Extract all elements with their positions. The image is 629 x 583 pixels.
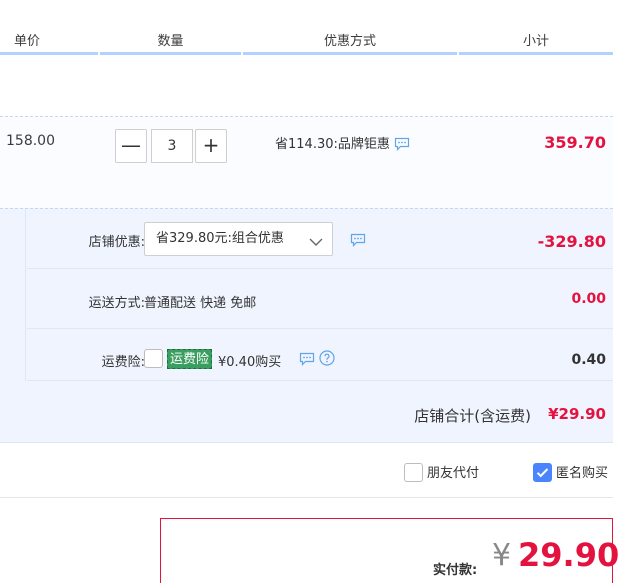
insurance-checkbox[interactable]: [144, 349, 163, 368]
item-unit-price: 158.00: [6, 133, 55, 149]
store-discount-select[interactable]: 省329.80元:组合优惠: [144, 222, 333, 256]
header-discount-method: 优惠方式: [243, 30, 457, 55]
insurance-row: 运费险: 运费险 ¥0.40购买 0.40: [27, 329, 613, 381]
store-discount-select-value: 省329.80元:组合优惠: [156, 231, 284, 246]
item-subtotal: 359.70: [544, 133, 606, 152]
store-left-bar: [0, 209, 26, 381]
quantity-input[interactable]: 3: [151, 129, 193, 163]
shipping-value: 0.00: [571, 291, 606, 307]
item-discount: 省114.30:品牌钜惠: [275, 133, 410, 152]
chevron-down-icon: [308, 231, 324, 247]
insurance-icons: [299, 350, 335, 367]
quantity-minus-button[interactable]: —: [115, 129, 147, 163]
anonymous-purchase-label: 匿名购买: [556, 466, 609, 481]
question-circle-icon[interactable]: [319, 350, 335, 366]
shipping-method: 普通配送 快递 免邮: [144, 296, 257, 311]
quantity-plus-button[interactable]: +: [195, 129, 227, 163]
friend-pay-option[interactable]: 朋友代付: [404, 462, 479, 482]
item-discount-text: 省114.30:品牌钜惠: [275, 137, 390, 152]
anonymous-purchase-checkbox[interactable]: [533, 463, 552, 482]
friend-pay-label: 朋友代付: [427, 466, 480, 481]
payment-currency: ¥: [492, 538, 512, 573]
cart-header: 单价 数量 优惠方式 小计: [0, 0, 613, 55]
store-discount-value: -329.80: [537, 232, 606, 251]
friend-pay-checkbox[interactable]: [404, 463, 423, 482]
store-total-value: ¥29.90: [548, 405, 606, 423]
insurance-price: ¥0.40购买: [218, 355, 282, 370]
payment-label: 实付款:: [433, 563, 478, 578]
insurance-label: 运费险:: [101, 355, 145, 370]
header-quantity: 数量: [100, 30, 241, 55]
anonymous-purchase-option[interactable]: 匿名购买: [533, 462, 608, 482]
chat-bubble-icon[interactable]: [299, 352, 315, 366]
chat-bubble-icon[interactable]: [394, 137, 410, 151]
shipping-label: 运送方式:: [88, 296, 145, 311]
insurance-tag: 运费险: [167, 349, 213, 369]
header-unit-price: 单价: [0, 30, 98, 55]
store-total-row: 店铺合计(含运费) ¥29.90: [0, 381, 613, 443]
store-section: 店铺优惠: 省329.80元:组合优惠 -329.80 运送方式: 普通配送 快…: [0, 208, 613, 442]
store-discount-label: 店铺优惠:: [88, 235, 145, 250]
store-discount-row: 店铺优惠: 省329.80元:组合优惠 -329.80: [27, 209, 613, 269]
store-total-label: 店铺合计(含运费): [414, 407, 531, 425]
header-subtotal: 小计: [459, 30, 613, 55]
payment-summary-box: 实付款: ¥ 29.90: [160, 518, 619, 583]
order-options: 朋友代付 匿名购买: [0, 442, 613, 498]
cart-item-row: 158.00 — 3 + 省114.30:品牌钜惠 359.70: [0, 116, 613, 208]
chat-bubble-icon[interactable]: [350, 233, 366, 251]
shipping-row: 运送方式: 普通配送 快递 免邮 0.00: [27, 269, 613, 329]
checkmark-icon: [536, 468, 549, 478]
insurance-value: 0.40: [571, 352, 606, 368]
payment-amount: 29.90: [518, 536, 620, 574]
